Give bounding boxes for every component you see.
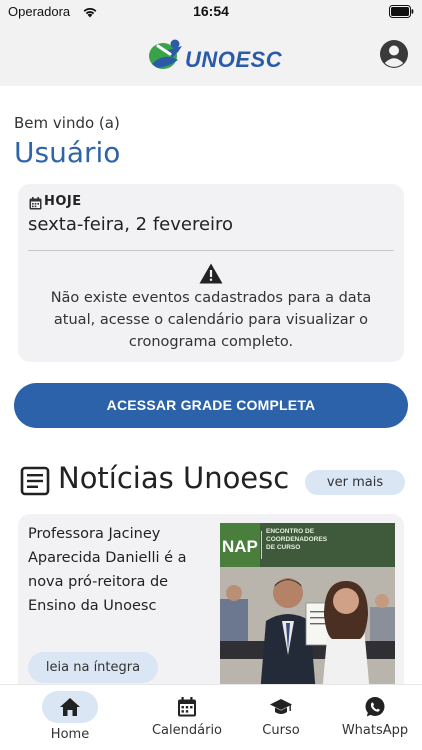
nav-home[interactable]: Home <box>0 685 140 750</box>
home-icon <box>60 698 80 716</box>
battery-icon <box>389 5 414 18</box>
logo-mark-icon <box>149 39 182 69</box>
today-label: HOJE <box>44 194 82 209</box>
news-headline[interactable]: Professora Jaciney Aparecida Danielli é … <box>28 522 216 618</box>
news-section-title: Notícias Unoesc <box>58 461 290 495</box>
nav-course[interactable]: Curso <box>234 685 328 750</box>
welcome-text: Bem vindo (a) <box>14 114 120 132</box>
app-header: UNOESC <box>0 26 422 86</box>
full-schedule-button[interactable]: ACESSAR GRADE COMPLETA <box>14 383 408 428</box>
user-name: Usuário <box>14 136 121 169</box>
news-photo[interactable]: NAP ENCONTRO DE COORDENADORES DE CURSO <box>220 523 395 694</box>
photo-banner-right: ENCONTRO DE COORDENADORES DE CURSO <box>266 528 328 551</box>
nav-whatsapp-label: WhatsApp <box>341 723 409 738</box>
news-icon <box>20 466 50 496</box>
see-more-button[interactable]: ver mais <box>305 470 405 495</box>
news-card[interactable]: Professora Jaciney Aparecida Danielli é … <box>18 514 404 694</box>
status-time: 16:54 <box>193 3 229 19</box>
today-card: HOJE sexta-feira, 2 fevereiro Não existe… <box>18 184 404 362</box>
nav-calendar-label: Calendário <box>151 723 223 738</box>
graduation-cap-icon <box>270 699 292 714</box>
nav-calendar[interactable]: Calendário <box>140 685 234 750</box>
photo-banner-left: NAP <box>222 537 258 556</box>
whatsapp-icon <box>365 697 385 717</box>
calendar-icon <box>29 197 42 210</box>
nav-home-label: Home <box>50 727 90 742</box>
status-bar: Operadora 16:54 <box>0 0 422 26</box>
calendar-icon <box>178 697 196 717</box>
read-more-button[interactable]: leia na íntegra <box>28 652 158 683</box>
logo-text: UNOESC <box>185 47 283 72</box>
nav-whatsapp[interactable]: WhatsApp <box>328 685 422 750</box>
unoesc-logo: UNOESC <box>148 36 282 76</box>
nav-course-label: Curso <box>262 723 300 738</box>
profile-icon[interactable] <box>379 39 409 69</box>
warning-icon <box>199 263 223 284</box>
today-date: sexta-feira, 2 fevereiro <box>28 214 234 235</box>
divider <box>28 250 394 251</box>
bottom-nav: Home Calendário Curso WhatsApp <box>0 684 422 750</box>
empty-events-message: Não existe eventos cadastrados para a da… <box>50 290 372 350</box>
